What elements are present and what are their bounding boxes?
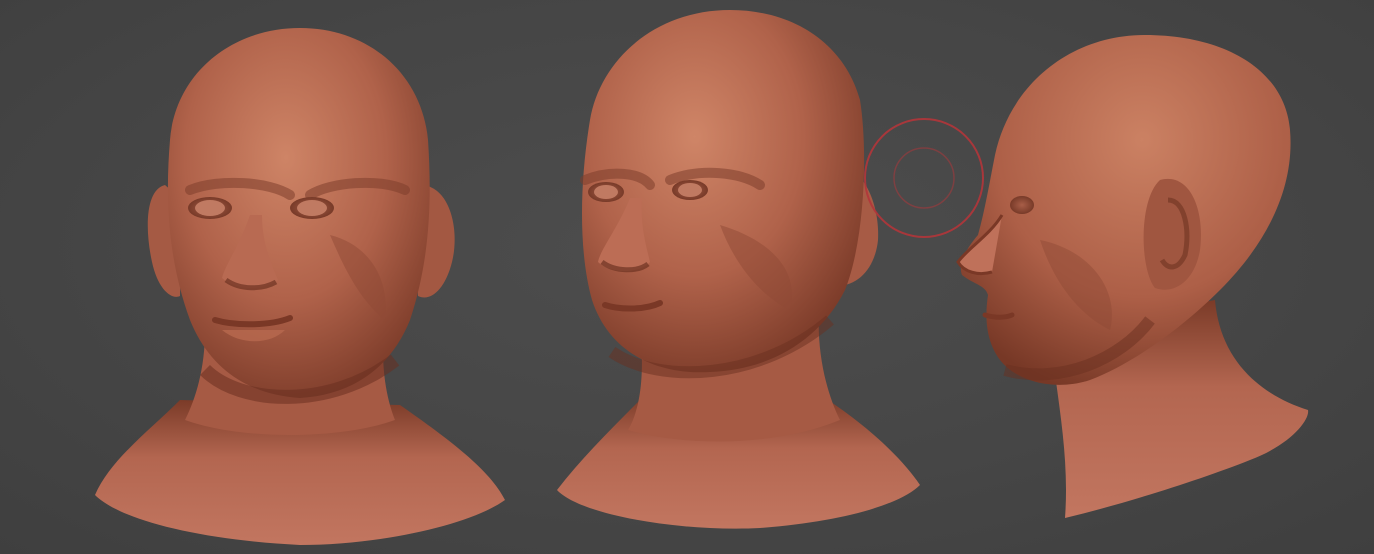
head-three-quarter-eyeball-right	[678, 183, 702, 197]
head-three-quarter-face	[582, 10, 865, 373]
head-side-skull	[960, 35, 1291, 385]
head-three-quarter-model[interactable]	[557, 10, 920, 529]
head-front-eyeball-left	[195, 200, 225, 216]
brush-cursor-icon[interactable]	[864, 118, 984, 238]
head-front-model[interactable]	[95, 28, 505, 545]
head-side-model[interactable]	[956, 35, 1309, 518]
head-side-eye	[1010, 196, 1034, 214]
viewport-canvas[interactable]	[0, 0, 1374, 554]
head-side-mouth	[982, 312, 1015, 320]
head-three-quarter-eyeball-left	[594, 185, 618, 199]
zbrush-viewport[interactable]	[0, 0, 1374, 554]
head-front-eyeball-right	[297, 200, 327, 216]
